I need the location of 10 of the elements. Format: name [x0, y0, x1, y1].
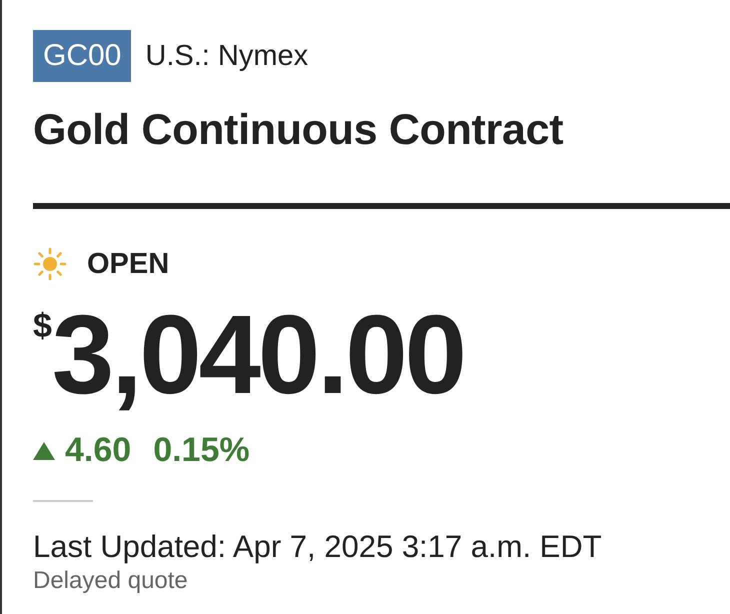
last-updated: Last Updated: Apr 7, 2025 3:17 a.m. EDT	[33, 528, 603, 566]
instrument-title: Gold Continuous Contract	[33, 105, 564, 156]
change-percent: 0.15%	[153, 431, 250, 470]
change-amount: 4.60	[65, 431, 132, 470]
market-status: OPEN	[87, 248, 170, 280]
delayed-note: Delayed quote	[33, 566, 189, 596]
ticker-badge: GC00	[33, 30, 132, 82]
exchange-label: U.S.: Nymex	[145, 40, 308, 72]
currency-symbol: $	[33, 307, 52, 346]
price-value: 3,040.00	[52, 295, 464, 415]
